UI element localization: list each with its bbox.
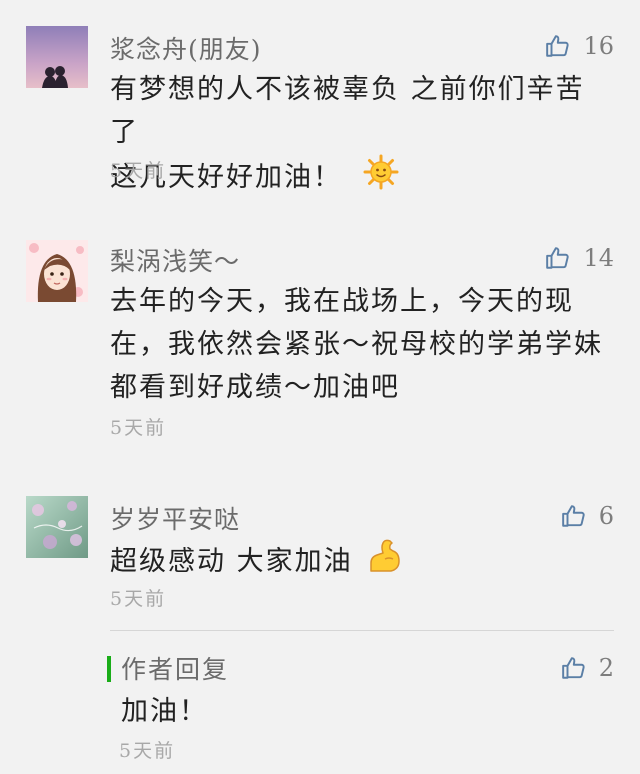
comment-text: 去年的今天，我在战场上，今天的现 在，我依然会紧张～祝母校的学弟学妹 都看到好成… [110,280,610,409]
like-button[interactable]: 6 [561,502,614,530]
like-button[interactable]: 2 [561,654,614,682]
thumbs-up-icon [546,247,570,269]
avatar[interactable] [26,496,88,558]
like-button[interactable]: 14 [545,244,614,272]
commenter-name[interactable]: 岁岁平安哒 [110,500,240,536]
avatar[interactable] [26,240,88,302]
divider [110,630,614,631]
commenter-name[interactable]: 浆念舟(朋友) [110,30,262,66]
sun-emoji [363,154,399,203]
comment-line: 超级感动 大家加油 [110,546,353,577]
comment-text: 超级感动 大家加油 [110,537,610,588]
commenter-name[interactable]: 梨涡浅笑～ [110,242,240,278]
comment-text: 有梦想的人不该被辜负 之前你们辛苦了 这几天好好加油！ [110,68,610,203]
reply-time: 5天前 [119,740,176,762]
reply-title: 作者回复 [121,655,230,684]
reply-accent-bar [107,656,111,682]
like-count: 2 [598,654,614,682]
avatar[interactable] [26,26,88,88]
comment-time: 5天前 [110,417,167,439]
comment-line: 在，我依然会紧张～祝母校的学弟学妹 [110,329,603,360]
comment-time: 5天前 [110,588,167,610]
comment-line: 都看到好成绩～加油吧 [110,372,400,403]
comment-line: 去年的今天，我在战场上，今天的现 [110,286,574,317]
comment-time: 5天前 [110,160,167,182]
like-count: 16 [583,32,614,60]
reply-text: 加油！ [121,696,208,727]
thumbs-up-icon [561,505,585,527]
thumbs-up-icon [546,35,570,57]
like-count: 14 [583,244,614,272]
thumbs-up-icon [561,657,585,679]
like-count: 6 [598,502,614,530]
comment-line: 有梦想的人不该被辜负 之前你们辛苦了 [110,74,585,148]
like-button[interactable]: 16 [545,32,614,60]
comment-line-with-emoji: 超级感动 大家加油 [110,537,610,588]
flexed-biceps-emoji [365,537,403,588]
comment-line-with-emoji: 这几天好好加油！ [110,154,610,203]
